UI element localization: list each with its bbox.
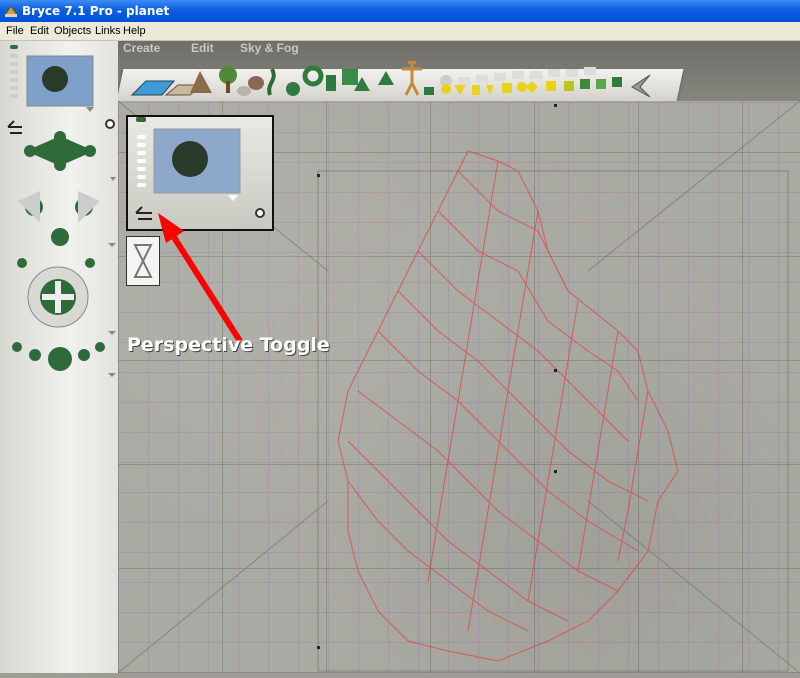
chevron-down-icon[interactable]: [108, 331, 116, 335]
tree-icon[interactable]: [219, 66, 237, 93]
camera-trackball-icon[interactable]: [24, 131, 96, 171]
perspective-toggle-icon[interactable]: [7, 120, 22, 134]
water-plane-icon[interactable]: [130, 80, 176, 96]
workspace: Create Edit Sky & Fog Perspective Toggle: [0, 41, 800, 673]
tab-sky-fog[interactable]: Sky & Fog: [240, 41, 299, 55]
menu-bar: File Edit Objects Links Help: [0, 22, 800, 41]
light-controls-icon[interactable]: [12, 342, 105, 371]
plant-icon[interactable]: [267, 68, 276, 96]
window-title: Bryce 7.1 Pro - planet: [22, 4, 170, 18]
perspective-toggle-label: Perspective Toggle: [127, 334, 330, 356]
menu-objects[interactable]: Objects: [54, 25, 91, 37]
view-controls-icon[interactable]: [10, 45, 18, 98]
cylinder-icon[interactable]: [326, 75, 336, 91]
menu-edit[interactable]: Edit: [30, 25, 49, 37]
xy-cross-control-icon[interactable]: [17, 191, 100, 268]
title-bar: Bryce 7.1 Pro - planet: [0, 0, 800, 22]
control-sidebar-graphics: [7, 45, 116, 377]
planet-preview-icon: [172, 141, 208, 177]
menu-links[interactable]: Links: [95, 25, 121, 37]
rock-icon[interactable]: [237, 76, 264, 96]
planet-wireframe[interactable]: [337, 150, 679, 662]
annotation-arrow: [158, 213, 243, 343]
planet-wireframe-halo: [257, 160, 739, 662]
reset-view-icon[interactable]: [105, 119, 115, 129]
menu-help[interactable]: Help: [123, 25, 146, 37]
view-handles: [317, 104, 557, 649]
tab-create[interactable]: Create: [123, 41, 160, 55]
terrain-icon[interactable]: [190, 71, 212, 93]
cone-icon[interactable]: [378, 71, 394, 85]
tab-edit[interactable]: Edit: [191, 41, 214, 55]
menu-file[interactable]: File: [6, 25, 24, 37]
green-pattern-icons[interactable]: [564, 77, 622, 91]
object-icons: [130, 61, 651, 98]
flat-primitive-icons[interactable]: [458, 67, 596, 85]
cube-icon[interactable]: [342, 69, 358, 85]
chevron-down-icon[interactable]: [110, 177, 116, 181]
view-controls-icon[interactable]: [136, 117, 146, 187]
chevron-down-icon[interactable]: [108, 243, 116, 247]
control-sidebar: [0, 41, 118, 673]
box-icon[interactable]: [424, 87, 434, 95]
planet-preview-icon: [42, 66, 68, 92]
app-icon: [4, 5, 18, 17]
trackball-icon[interactable]: [27, 266, 89, 328]
chevron-down-icon[interactable]: [108, 373, 116, 377]
sphere-icon[interactable]: [286, 82, 300, 96]
chevron-down-icon[interactable]: [86, 107, 94, 112]
figure-icon[interactable]: [402, 61, 422, 96]
camera-icon[interactable]: [631, 74, 651, 98]
torus-icon[interactable]: [302, 65, 324, 87]
